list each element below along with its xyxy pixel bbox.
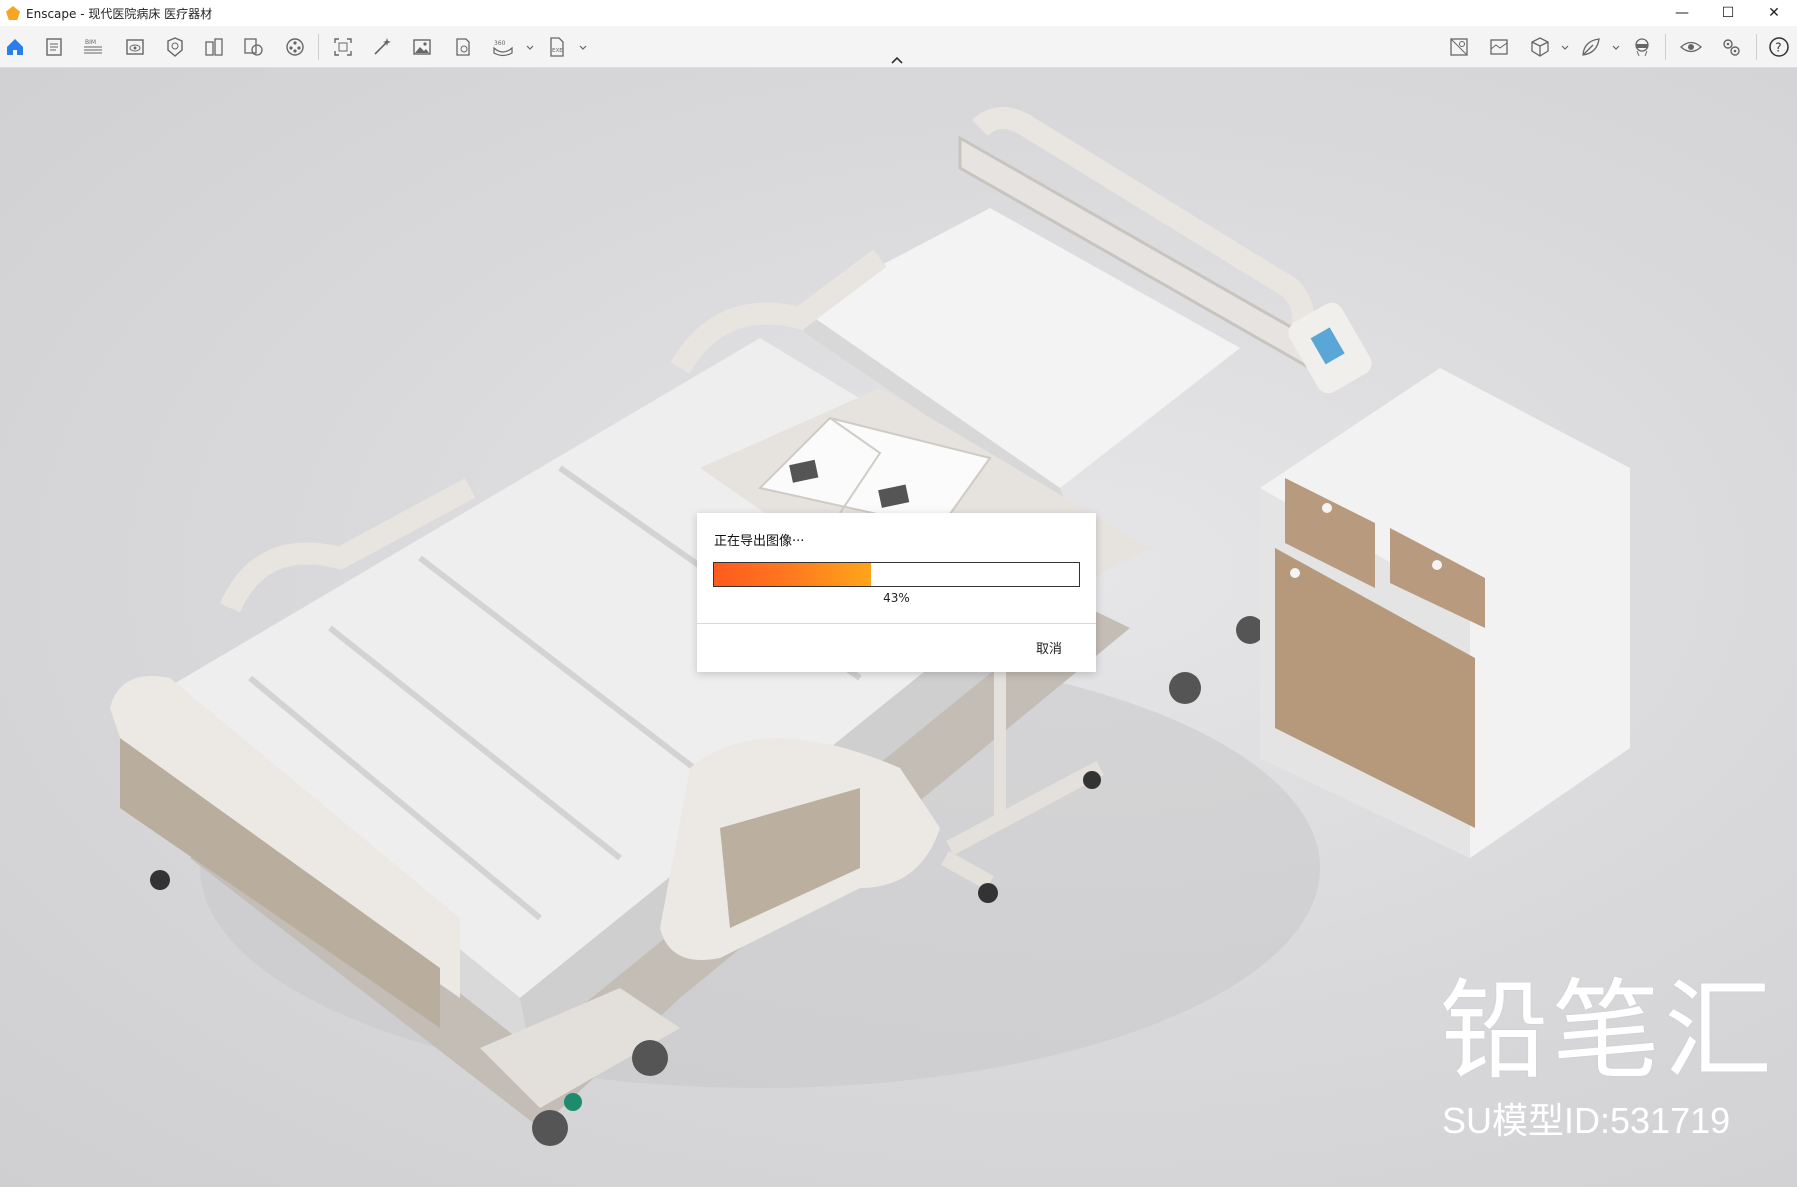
progress-percent-label: 43% (883, 591, 910, 605)
chevron-up-icon[interactable] (890, 54, 904, 66)
home-icon[interactable] (3, 36, 27, 58)
material-icon[interactable] (241, 36, 265, 58)
title-bar: Enscape - 现代医院病床 医疗器材 — ☐ ✕ (0, 0, 1797, 26)
dialog-title: 正在导出图像··· (714, 534, 805, 549)
enscape-logo-icon (6, 6, 20, 20)
video-icon[interactable] (283, 36, 307, 58)
export-progress-dialog: 正在导出图像··· 43% 取消 (697, 513, 1096, 672)
screenshot-icon[interactable] (331, 36, 355, 58)
image-icon[interactable] (410, 36, 434, 58)
toolbar: BIM 360 EXE ? (0, 26, 1797, 68)
dialog-divider (697, 623, 1096, 624)
document-icon[interactable] (42, 36, 66, 58)
close-button[interactable]: ✕ (1751, 0, 1797, 26)
watermark-model-id: SU模型ID:531719 (1442, 1100, 1731, 1141)
box-icon[interactable] (1528, 36, 1552, 58)
sky-icon[interactable] (1487, 36, 1511, 58)
eye-icon[interactable] (1679, 36, 1703, 58)
exe-export-icon[interactable]: EXE (545, 36, 569, 58)
batch-render-icon[interactable] (451, 36, 475, 58)
export-dropdown-chevron-icon[interactable] (579, 44, 587, 52)
panorama-360-label: 360 (494, 40, 506, 47)
toolbar-separator (1756, 34, 1757, 60)
atmosphere-icon[interactable] (1447, 36, 1471, 58)
leaf-icon[interactable] (1579, 36, 1603, 58)
vr-headset-icon[interactable] (1630, 36, 1654, 58)
toolbar-separator (318, 34, 319, 60)
export-progress-bar (713, 562, 1080, 587)
bim-label: BIM (85, 39, 96, 46)
panorama-dropdown-chevron-icon[interactable] (526, 44, 534, 52)
settings-icon[interactable] (1719, 36, 1743, 58)
building-icon[interactable] (202, 36, 226, 58)
asset-library-icon[interactable] (163, 36, 187, 58)
panorama-360-icon[interactable]: 360 (491, 36, 515, 58)
magic-wand-icon[interactable] (370, 36, 394, 58)
bim-icon[interactable]: BIM (81, 36, 105, 58)
toolbar-separator (1665, 34, 1666, 60)
help-glyph: ? (1775, 41, 1781, 55)
help-icon[interactable]: ? (1767, 36, 1791, 58)
box-dropdown-chevron-icon[interactable] (1561, 44, 1569, 52)
view-icon[interactable] (123, 36, 147, 58)
cancel-button[interactable]: 取消 (1036, 638, 1062, 657)
exe-label: EXE (552, 48, 563, 54)
window-title: Enscape - 现代医院病床 医疗器材 (26, 6, 213, 21)
progress-fill (714, 563, 871, 586)
maximize-button[interactable]: ☐ (1705, 0, 1751, 26)
leaf-dropdown-chevron-icon[interactable] (1612, 44, 1620, 52)
minimize-button[interactable]: — (1659, 0, 1705, 26)
watermark-brand: 铅笔汇 (1440, 969, 1777, 1094)
window-controls: — ☐ ✕ (1659, 0, 1797, 26)
